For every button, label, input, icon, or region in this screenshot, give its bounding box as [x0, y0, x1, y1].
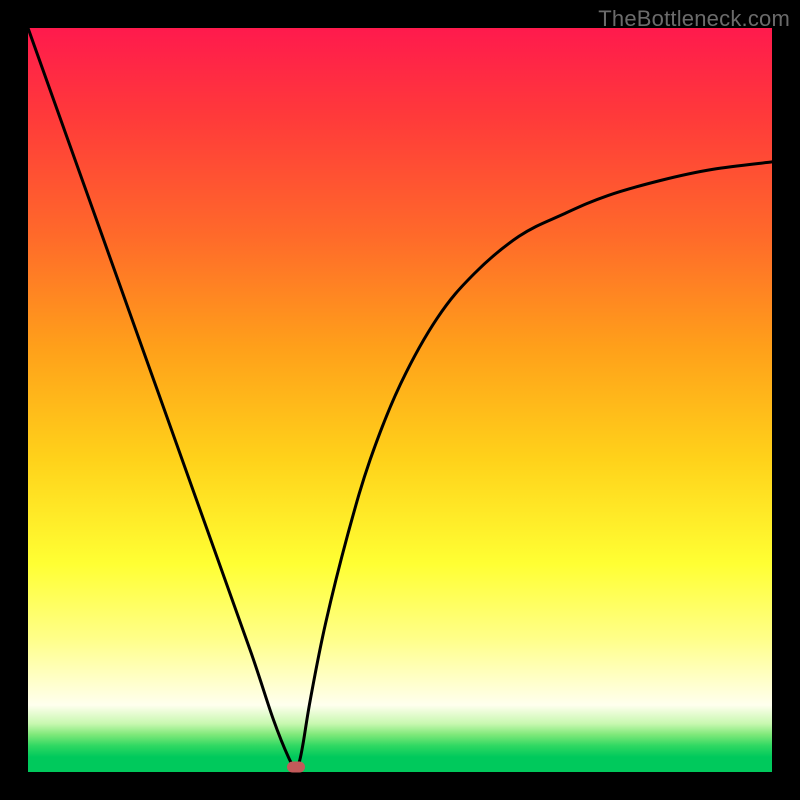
chart-frame: TheBottleneck.com [0, 0, 800, 800]
valley-marker [287, 761, 305, 772]
curve-svg [28, 28, 772, 772]
bottleneck-curve-path [28, 28, 772, 768]
watermark-text: TheBottleneck.com [598, 6, 790, 32]
chart-plot-area [28, 28, 772, 772]
